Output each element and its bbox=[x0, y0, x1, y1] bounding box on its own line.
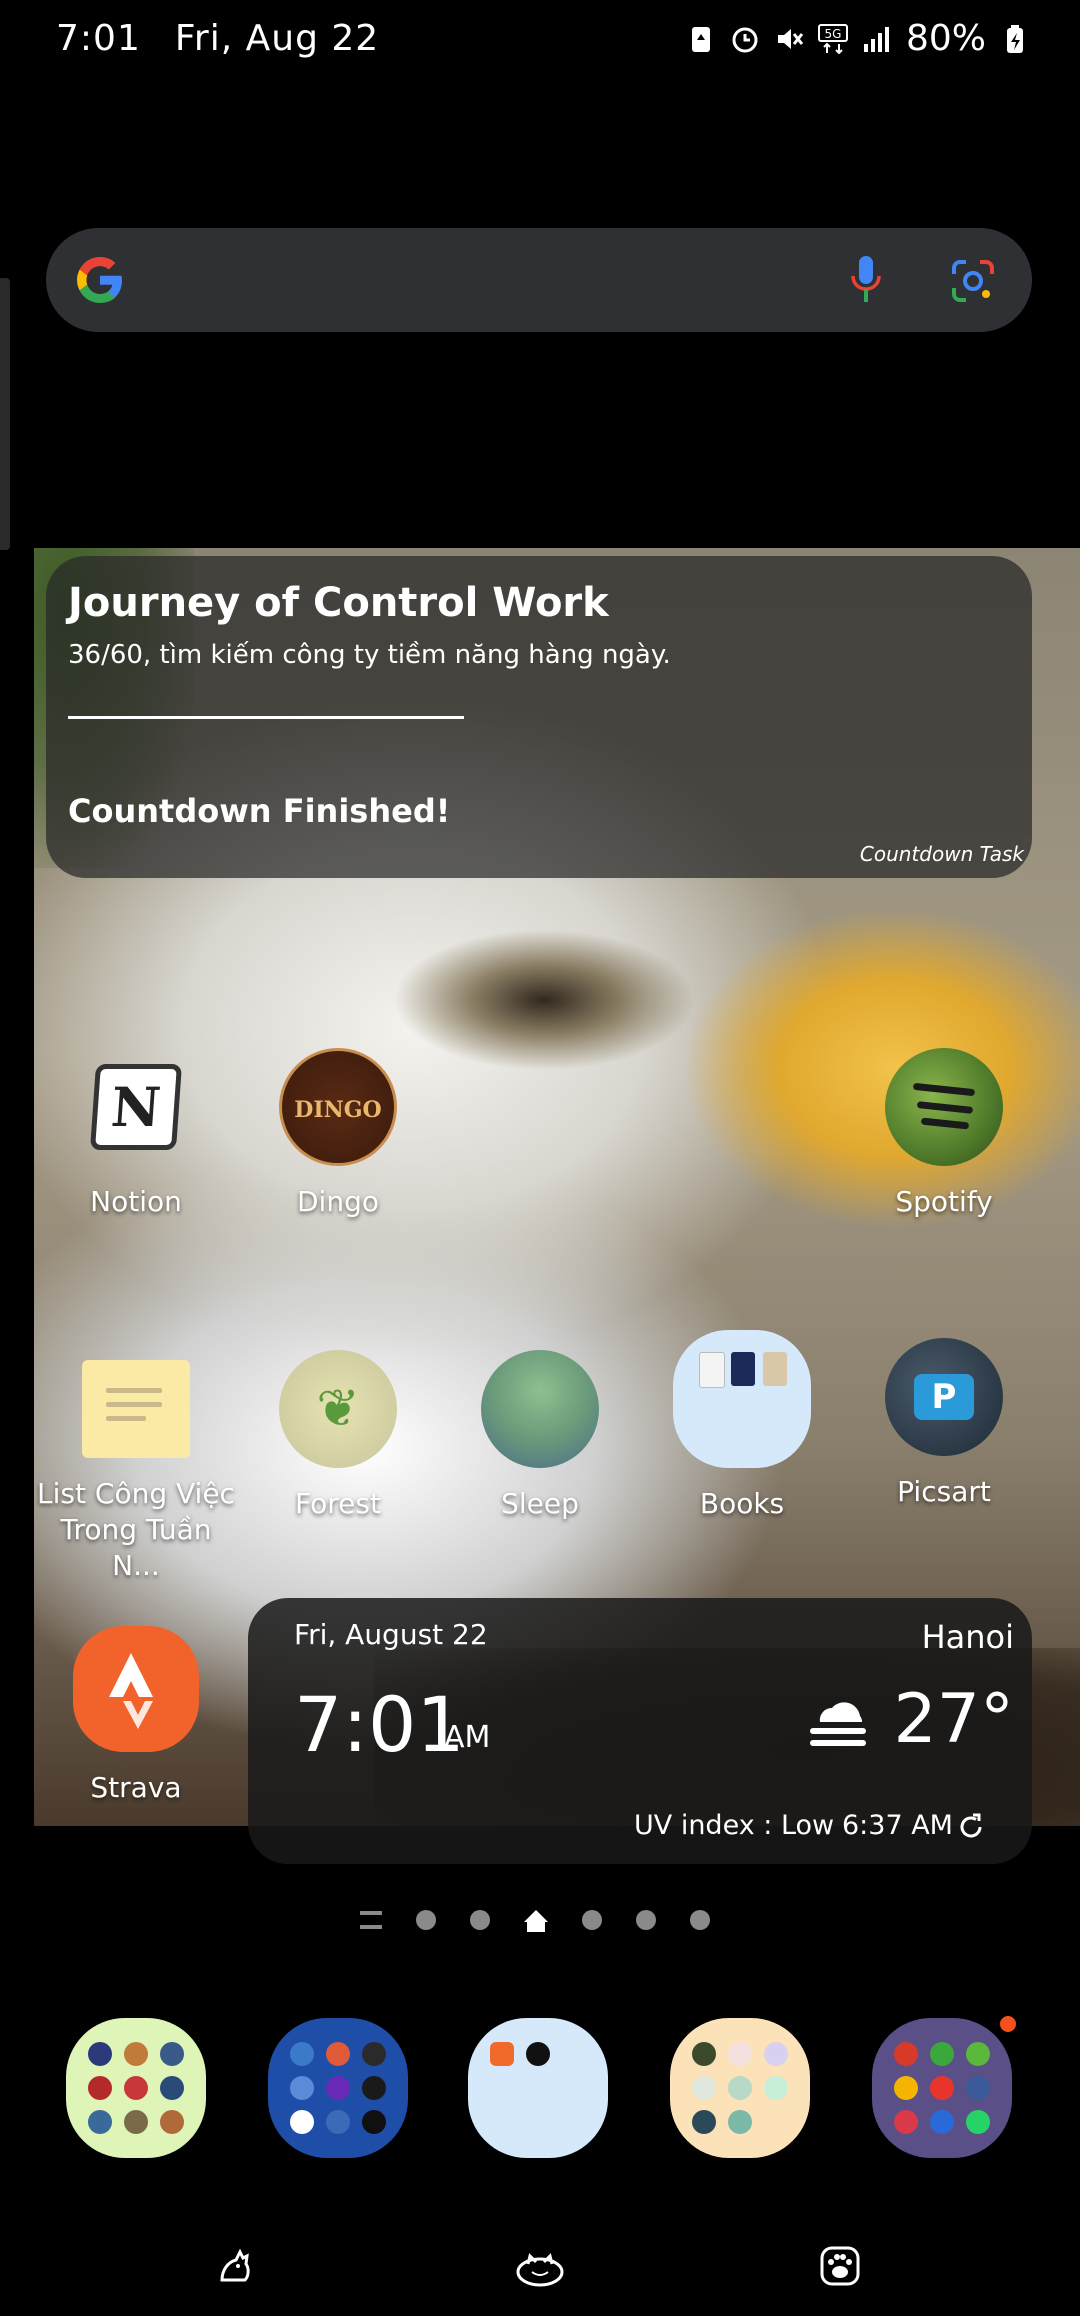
dock-folder-5[interactable] bbox=[872, 2018, 1012, 2158]
notification-badge bbox=[1000, 2016, 1016, 2032]
app-label: List Công Việc Trong Tuần N... bbox=[37, 1477, 235, 1582]
battery-icon bbox=[1007, 24, 1023, 53]
strava-icon bbox=[73, 1626, 199, 1752]
widget-date: Fri, August 22 bbox=[294, 1618, 488, 1651]
page-indicator-menu[interactable] bbox=[360, 1911, 382, 1929]
microphone-icon[interactable] bbox=[846, 254, 886, 306]
app-memo-list[interactable]: List Công Việc Trong Tuần N... bbox=[36, 1360, 236, 1584]
app-picsart[interactable]: P Picsart bbox=[864, 1338, 1024, 1510]
status-bar-left: 7:01 Fri, Aug 22 bbox=[56, 18, 413, 59]
status-date: Fri, Aug 22 bbox=[174, 18, 380, 59]
battery-percent: 80% bbox=[905, 18, 986, 59]
page-dot[interactable] bbox=[636, 1910, 656, 1930]
svg-text:5G: 5G bbox=[825, 27, 842, 41]
fog-cloud-icon bbox=[810, 1702, 866, 1746]
dock-folder-1[interactable] bbox=[66, 2018, 206, 2158]
widget-ampm: AM bbox=[444, 1720, 491, 1755]
app-notion[interactable]: N Notion bbox=[56, 1048, 216, 1220]
folder-books[interactable]: Books bbox=[662, 1330, 822, 1522]
app-label: Spotify bbox=[895, 1185, 993, 1218]
countdown-title: Journey of Control Work bbox=[68, 580, 609, 626]
dock-folder-2[interactable] bbox=[268, 2018, 408, 2158]
app-label: Picsart bbox=[897, 1475, 991, 1508]
google-lens-icon[interactable] bbox=[948, 256, 998, 306]
widget-uv-index: UV index : Low bbox=[634, 1810, 835, 1841]
edge-panel-handle[interactable] bbox=[0, 278, 10, 550]
widget-time: 7:01 bbox=[294, 1680, 465, 1769]
battery-saver-icon bbox=[691, 26, 710, 52]
app-forest[interactable]: ❦ Forest bbox=[258, 1350, 418, 1522]
countdown-status: Countdown Finished! bbox=[68, 792, 451, 830]
dock-folder-3[interactable] bbox=[468, 2018, 608, 2158]
memo-icon bbox=[82, 1360, 190, 1458]
widget-temperature: 27° bbox=[893, 1680, 1014, 1759]
page-home-indicator[interactable] bbox=[524, 1910, 548, 1932]
status-time: 7:01 bbox=[56, 18, 141, 59]
page-dot[interactable] bbox=[470, 1910, 490, 1930]
5g-icon: 5G bbox=[817, 23, 848, 54]
app-strava[interactable]: Strava bbox=[56, 1626, 216, 1806]
forest-icon: ❦ bbox=[279, 1350, 397, 1468]
app-dingo[interactable]: DINGO Dingo bbox=[258, 1048, 418, 1220]
home-cat-icon[interactable] bbox=[514, 2242, 566, 2290]
page-dot[interactable] bbox=[582, 1910, 602, 1930]
app-label: Sleep bbox=[501, 1487, 579, 1520]
app-label: Dingo bbox=[297, 1185, 379, 1218]
status-bar-right: 5G 80% bbox=[686, 18, 1030, 59]
countdown-subtitle: 36/60, tìm kiếm công ty tiềm năng hàng n… bbox=[68, 640, 671, 670]
spotify-icon bbox=[885, 1048, 1003, 1166]
picsart-icon: P bbox=[885, 1338, 1003, 1456]
countdown-brand: Countdown Task bbox=[859, 842, 1024, 866]
app-spotify[interactable]: Spotify bbox=[864, 1048, 1024, 1220]
widget-city: Hanoi bbox=[921, 1618, 1014, 1656]
page-dot[interactable] bbox=[416, 1910, 436, 1930]
dingo-icon: DINGO bbox=[279, 1048, 397, 1166]
sleep-icon bbox=[481, 1350, 599, 1468]
back-paw-icon[interactable] bbox=[816, 2242, 864, 2290]
recents-cat-icon[interactable] bbox=[212, 2242, 260, 2290]
alarm-icon bbox=[732, 27, 758, 52]
widget-updated-time: 6:37 AM bbox=[842, 1810, 953, 1841]
countdown-progress-line bbox=[68, 716, 464, 719]
page-dot[interactable] bbox=[690, 1910, 710, 1930]
app-label: Books bbox=[699, 1487, 785, 1520]
books-folder-icon bbox=[673, 1330, 811, 1468]
app-label: Notion bbox=[90, 1185, 182, 1218]
mute-icon bbox=[777, 28, 804, 49]
google-logo-icon[interactable] bbox=[74, 254, 126, 306]
refresh-icon[interactable] bbox=[956, 1812, 986, 1842]
app-label: Forest bbox=[295, 1487, 381, 1520]
signal-icon bbox=[863, 26, 889, 52]
app-label: Strava bbox=[90, 1771, 182, 1804]
notion-icon: N bbox=[77, 1048, 195, 1166]
page-indicator[interactable] bbox=[360, 1900, 710, 1940]
app-sleep[interactable]: Sleep bbox=[460, 1350, 620, 1522]
dock-folder-4[interactable] bbox=[670, 2018, 810, 2158]
